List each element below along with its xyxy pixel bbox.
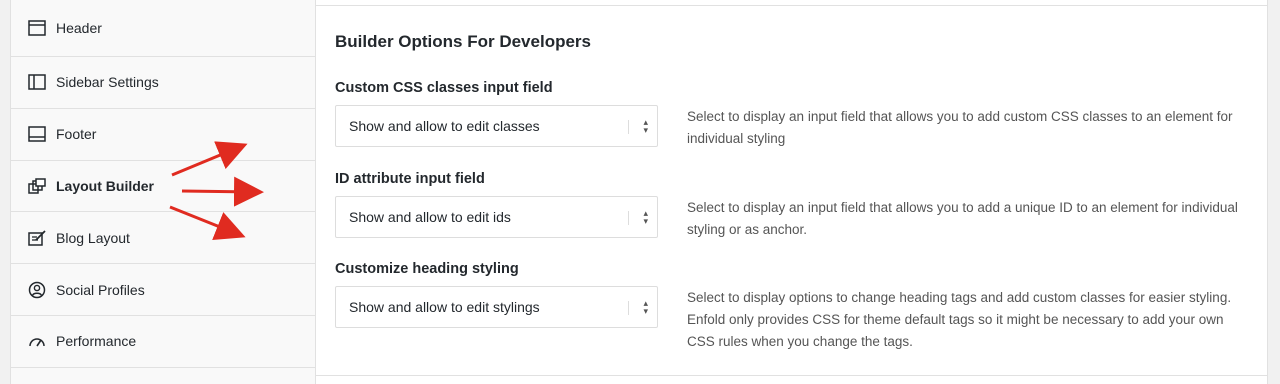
- annotation-arrows: [169, 141, 264, 241]
- option-label-css-classes: Custom CSS classes input field: [335, 80, 553, 96]
- gauge-icon: [27, 331, 47, 351]
- select-arrows-icon: ▴ ▾: [643, 208, 648, 226]
- sidebar-item-label: Performance: [56, 333, 137, 350]
- select-value: Show and allow to edit classes: [349, 118, 540, 134]
- sidebar-item-label: Social Profiles: [56, 281, 145, 298]
- option-description-heading-styling: Select to display options to change head…: [687, 290, 1232, 349]
- sidebar-item-social-profiles[interactable]: Social Profiles: [11, 264, 315, 316]
- footer-layout-icon: [27, 124, 47, 144]
- id-attribute-select[interactable]: Show and allow to edit ids ▴ ▾: [335, 196, 658, 238]
- sidebar-item-performance[interactable]: Performance: [11, 316, 315, 368]
- sidebar-layout-icon: [27, 72, 47, 92]
- option-label-heading-styling: Customize heading styling: [335, 261, 519, 277]
- select-arrows-icon: ▴ ▾: [643, 117, 648, 135]
- heading-styling-select[interactable]: Show and allow to edit stylings ▴ ▾: [335, 286, 658, 328]
- select-value: Show and allow to edit stylings: [349, 299, 540, 315]
- option-description-id-attribute: Select to display an input field that al…: [687, 200, 1238, 237]
- select-value: Show and allow to edit ids: [349, 209, 511, 225]
- header-layout-icon: [27, 18, 47, 38]
- option-description-css-classes: Select to display an input field that al…: [687, 109, 1233, 146]
- blog-edit-icon: [27, 228, 47, 248]
- select-separator: [628, 120, 629, 134]
- user-circle-icon: [27, 280, 47, 300]
- css-classes-select[interactable]: Show and allow to edit classes ▴ ▾: [335, 105, 658, 147]
- sidebar-item-label: Blog Layout: [56, 229, 130, 246]
- divider: [316, 5, 1267, 6]
- layout-builder-icon: [27, 176, 47, 196]
- sidebar-item-header[interactable]: Header: [11, 0, 315, 57]
- select-separator: [628, 211, 629, 225]
- select-separator: [628, 301, 629, 315]
- options-panel: Builder Options For Developers Custom CS…: [316, 0, 1268, 384]
- annotation-arrow-down: [169, 205, 246, 241]
- select-arrows-icon: ▴ ▾: [643, 298, 648, 316]
- sidebar-item-label: Footer: [56, 126, 97, 143]
- section-title: Builder Options For Developers: [335, 32, 591, 51]
- annotation-arrow-up: [171, 141, 248, 177]
- sidebar-item-label: Header: [56, 20, 102, 36]
- divider: [316, 375, 1267, 376]
- annotation-arrow-right: [181, 176, 264, 207]
- option-label-id-attribute: ID attribute input field: [335, 171, 485, 187]
- sidebar-item-sidebar-settings[interactable]: Sidebar Settings: [11, 57, 315, 109]
- sidebar-item-label: Sidebar Settings: [56, 74, 159, 91]
- sidebar-item-label: Layout Builder: [56, 177, 155, 194]
